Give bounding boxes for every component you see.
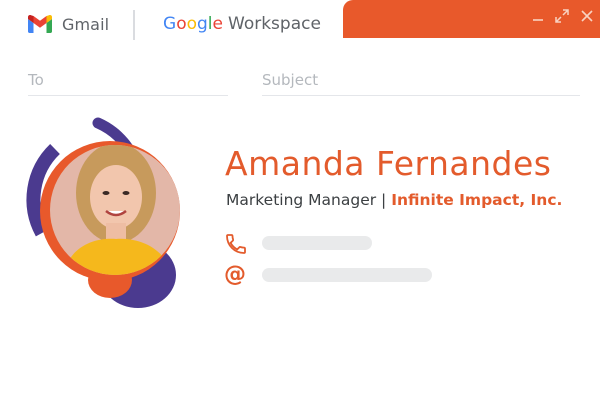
phone-icon bbox=[226, 234, 246, 254]
signature-role: Marketing Manager bbox=[226, 191, 377, 209]
gmail-logo-icon bbox=[28, 15, 52, 33]
signature-name: Amanda Fernandes bbox=[225, 144, 552, 183]
minimize-icon[interactable] bbox=[530, 8, 546, 24]
workspace-word: Workspace bbox=[228, 14, 321, 34]
close-icon[interactable] bbox=[579, 8, 595, 24]
signature-separator: | bbox=[376, 191, 392, 209]
email-placeholder-bar bbox=[262, 268, 432, 282]
subject-field[interactable]: Subject bbox=[262, 66, 580, 96]
to-placeholder: To bbox=[28, 71, 44, 89]
workspace-letter: e bbox=[212, 14, 223, 34]
topbar-divider bbox=[133, 10, 135, 40]
signature-company: Infinite Impact, Inc. bbox=[391, 191, 563, 209]
gmail-brand: Gmail bbox=[28, 13, 109, 35]
signature-title-line: Marketing Manager | Infinite Impact, Inc… bbox=[226, 191, 562, 209]
phone-placeholder-bar bbox=[262, 236, 372, 250]
to-field[interactable]: To bbox=[28, 66, 228, 96]
google-workspace-brand: G o o g l e Workspace bbox=[163, 14, 321, 34]
profile-photo-illustration bbox=[26, 117, 180, 308]
avatar bbox=[20, 115, 195, 315]
workspace-letter: g bbox=[197, 14, 208, 34]
expand-icon[interactable] bbox=[554, 8, 570, 24]
subject-placeholder: Subject bbox=[262, 71, 319, 89]
gmail-label: Gmail bbox=[62, 14, 110, 34]
email-at-icon: @ bbox=[224, 264, 248, 288]
workspace-letter: o bbox=[186, 14, 197, 34]
at-glyph: @ bbox=[224, 262, 246, 287]
workspace-letter: o bbox=[176, 14, 187, 34]
workspace-letter: G bbox=[163, 14, 177, 34]
